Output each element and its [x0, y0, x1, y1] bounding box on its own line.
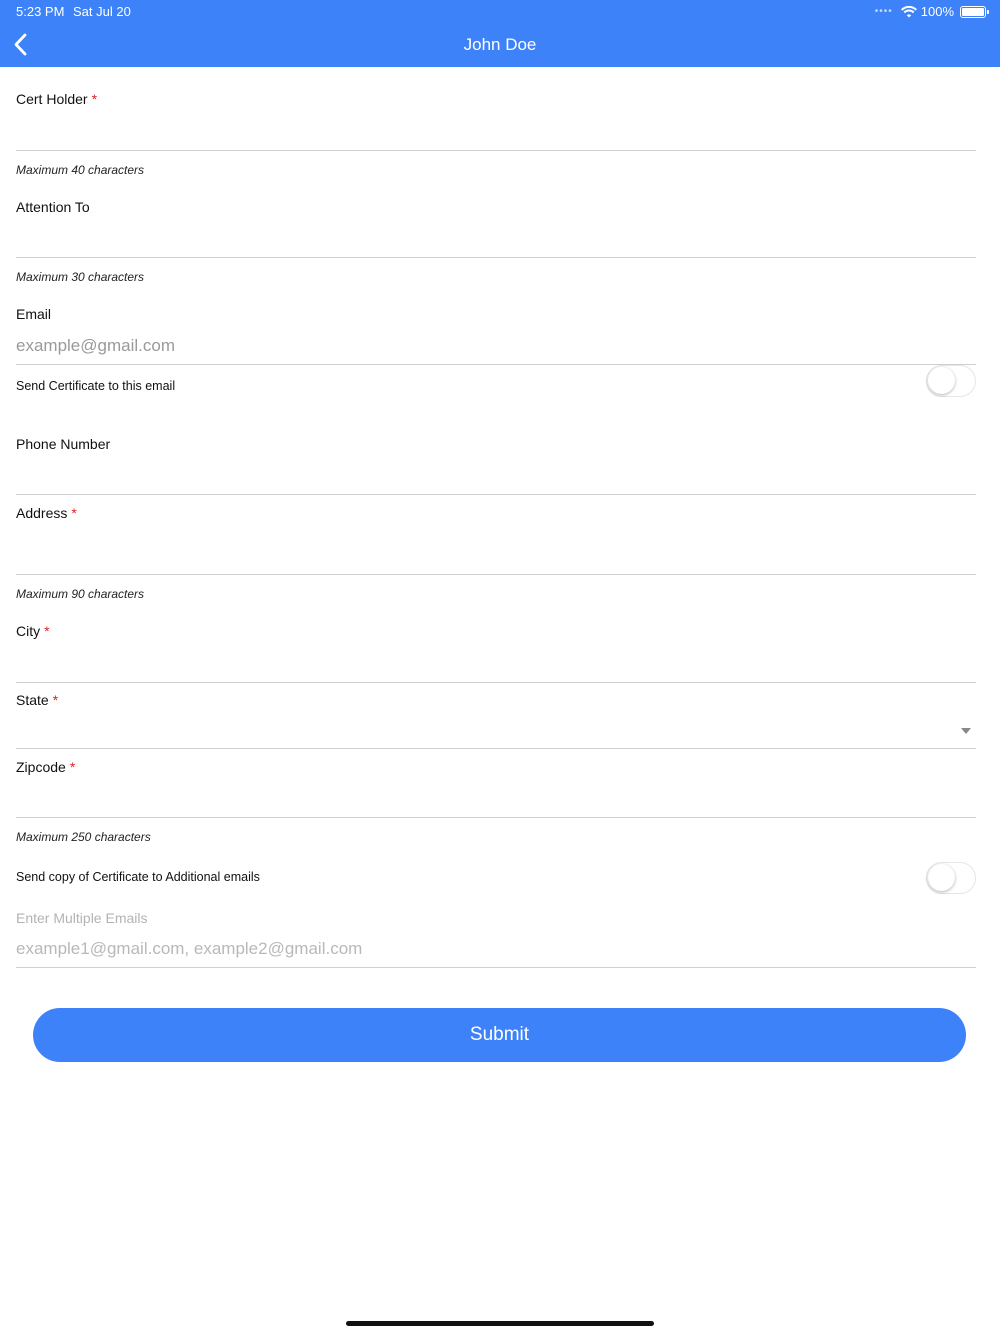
city-input[interactable] — [16, 650, 936, 676]
zipcode-input[interactable] — [16, 786, 936, 812]
battery-percent: 100% — [920, 4, 954, 19]
email-label: Email — [16, 306, 52, 322]
multiple-emails-label: Enter Multiple Emails — [16, 910, 148, 926]
caret-down-icon[interactable] — [961, 728, 971, 734]
multiple-emails-input[interactable] — [16, 936, 936, 962]
required-marker: * — [69, 759, 76, 775]
divider — [16, 817, 976, 818]
divider — [16, 574, 976, 575]
required-marker: * — [44, 623, 50, 639]
address-label: Address * — [16, 505, 77, 521]
cert-holder-hint: Maximum 40 characters — [16, 163, 145, 177]
divider — [16, 150, 976, 151]
divider — [16, 967, 976, 968]
city-label: City * — [16, 623, 50, 639]
cert-holder-label: Cert Holder * — [16, 91, 98, 107]
cert-holder-input[interactable] — [16, 118, 936, 144]
send-certificate-toggle-label: Send Certificate to this email — [16, 379, 176, 393]
submit-button[interactable]: Submit — [33, 1008, 966, 1062]
address-hint: Maximum 90 characters — [16, 587, 145, 601]
home-indicator — [346, 1321, 654, 1326]
divider — [16, 364, 976, 365]
zipcode-label: Zipcode * — [16, 759, 76, 775]
required-marker: * — [91, 91, 98, 107]
wifi-icon — [900, 5, 917, 17]
email-input[interactable] — [16, 333, 936, 359]
divider — [16, 257, 976, 258]
status-indicators: •••• 100% — [874, 4, 989, 19]
additional-emails-toggle[interactable] — [926, 862, 976, 894]
status-time: 5:23 PM — [16, 4, 65, 19]
zipcode-hint: Maximum 250 characters — [16, 830, 151, 844]
phone-number-label: Phone Number — [16, 436, 111, 452]
attention-to-input[interactable] — [16, 225, 936, 251]
attention-to-label: Attention To — [16, 199, 90, 215]
state-dropdown[interactable] — [16, 716, 936, 742]
toggle-knob — [928, 367, 955, 394]
state-label: State * — [16, 692, 59, 708]
required-marker: * — [52, 692, 59, 708]
address-input[interactable] — [16, 542, 936, 568]
divider — [16, 748, 976, 749]
divider — [16, 682, 976, 683]
attention-to-hint: Maximum 30 characters — [16, 270, 145, 284]
divider — [16, 494, 976, 495]
additional-emails-toggle-label: Send copy of Certificate to Additional e… — [16, 870, 260, 884]
toggle-knob — [928, 864, 955, 891]
status-date: Sat Jul 20 — [73, 4, 131, 19]
navigation-bar: 5:23 PM Sat Jul 20 •••• 100% John Doe — [0, 0, 1000, 67]
page-title: John Doe — [463, 35, 537, 54]
phone-number-input[interactable] — [16, 462, 936, 488]
required-marker: * — [71, 505, 77, 521]
signal-dots-icon: •••• — [874, 6, 893, 17]
send-certificate-toggle[interactable] — [926, 365, 976, 397]
battery-icon — [960, 5, 989, 18]
